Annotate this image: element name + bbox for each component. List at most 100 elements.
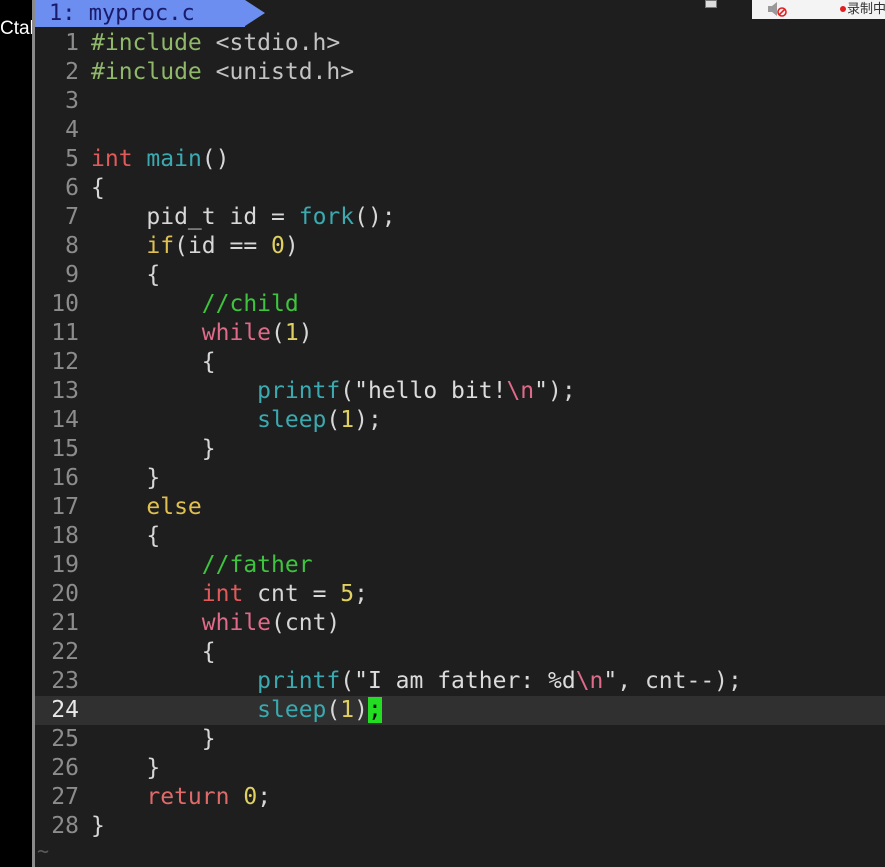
code-token: fork: [298, 204, 355, 230]
empty-line-marker: ~: [37, 839, 50, 863]
code-token: }: [91, 465, 161, 491]
code-token: <stdio.h>: [215, 30, 341, 56]
recording-status-label: 录制中: [847, 2, 885, 17]
code-line[interactable]: 10 //child: [35, 290, 885, 319]
code-line[interactable]: 28}: [35, 812, 885, 841]
code-token: ): [284, 233, 299, 259]
code-text[interactable]: sleep(1);: [91, 696, 382, 725]
code-text[interactable]: //child: [91, 290, 299, 319]
code-text[interactable]: while(1): [91, 319, 313, 348]
code-text[interactable]: //father: [91, 551, 313, 580]
code-text[interactable]: if(id == 0): [91, 232, 299, 261]
code-text[interactable]: int cnt = 5;: [91, 580, 368, 609]
code-text[interactable]: }: [91, 812, 105, 841]
code-text[interactable]: {: [91, 638, 216, 667]
code-line[interactable]: 22 {: [35, 638, 885, 667]
code-token: (: [326, 407, 341, 433]
code-token: ": [534, 378, 549, 404]
code-token: #include: [91, 30, 216, 56]
code-text[interactable]: }: [91, 435, 216, 464]
code-line[interactable]: 26 }: [35, 754, 885, 783]
code-text[interactable]: }: [91, 725, 216, 754]
code-line[interactable]: 15 }: [35, 435, 885, 464]
code-token: #include: [91, 59, 216, 85]
code-token: while: [201, 320, 272, 346]
code-line[interactable]: 13 printf("hello bit!\n");: [35, 377, 885, 406]
code-text[interactable]: {: [91, 522, 160, 551]
code-token: pid_t id =: [91, 204, 299, 230]
code-text[interactable]: {: [91, 261, 160, 290]
code-line[interactable]: 19 //father: [35, 551, 885, 580]
code-token: else: [146, 494, 202, 520]
code-line[interactable]: 4: [35, 116, 885, 145]
code-text[interactable]: printf("I am father: %d\n", cnt--);: [91, 667, 742, 696]
line-number: 12: [51, 349, 79, 375]
code-token: int: [201, 581, 244, 607]
line-number: 7: [65, 204, 79, 230]
code-line[interactable]: 1 #include <stdio.h>: [35, 29, 885, 58]
code-line[interactable]: 11 while(1): [35, 319, 885, 348]
recorder-widget[interactable]: 录制中: [752, 0, 885, 19]
line-number: 19: [51, 552, 79, 578]
code-text[interactable]: else: [91, 493, 202, 522]
code-lines[interactable]: 1 #include <stdio.h> 2 #include <unistd.h> 3…: [35, 29, 885, 841]
code-line[interactable]: 24 sleep(1);: [35, 696, 885, 725]
speaker-muted-icon[interactable]: [766, 1, 788, 17]
line-number: 6: [65, 175, 79, 201]
code-text[interactable]: #include <unistd.h>: [91, 58, 354, 87]
code-line[interactable]: 21 while(cnt): [35, 609, 885, 638]
code-line[interactable]: 16 }: [35, 464, 885, 493]
line-number: 20: [51, 581, 79, 607]
code-line[interactable]: 27 return 0;: [35, 783, 885, 812]
code-text[interactable]: sleep(1);: [91, 406, 382, 435]
code-text[interactable]: printf("hello bit!\n");: [91, 377, 576, 406]
code-text[interactable]: int main(): [91, 145, 230, 174]
code-line[interactable]: 25 }: [35, 725, 885, 754]
code-line[interactable]: 12 {: [35, 348, 885, 377]
code-token: <unistd.h>: [215, 59, 355, 85]
code-text[interactable]: {: [91, 174, 105, 203]
code-line[interactable]: 14 sleep(1);: [35, 406, 885, 435]
code-line[interactable]: 3: [35, 87, 885, 116]
code-token: ;: [257, 784, 272, 810]
code-token: );: [548, 378, 576, 404]
code-token: 1: [284, 320, 299, 346]
code-text[interactable]: #include <stdio.h>: [91, 29, 340, 58]
code-text[interactable]: }: [91, 754, 160, 783]
code-line[interactable]: 18 {: [35, 522, 885, 551]
code-line[interactable]: 7 pid_t id = fork();: [35, 203, 885, 232]
code-text[interactable]: {: [91, 348, 216, 377]
code-text[interactable]: while(cnt): [91, 609, 341, 638]
code-line[interactable]: 6{: [35, 174, 885, 203]
code-token: main: [146, 146, 202, 172]
code-text[interactable]: return 0;: [91, 783, 271, 812]
code-line[interactable]: 17 else: [35, 493, 885, 522]
code-token: 5: [340, 581, 355, 607]
code-line[interactable]: 2 #include <unistd.h>: [35, 58, 885, 87]
code-text[interactable]: pid_t id = fork();: [91, 203, 395, 232]
tab-active-file[interactable]: 1: myproc.c: [35, 0, 245, 27]
code-line[interactable]: 5 int main(): [35, 145, 885, 174]
code-line[interactable]: 20 int cnt = 5;: [35, 580, 885, 609]
code-text[interactable]: }: [91, 464, 160, 493]
code-token: while: [201, 610, 272, 636]
code-line[interactable]: 8 if(id == 0): [35, 232, 885, 261]
line-number: 9: [65, 262, 79, 288]
code-line[interactable]: 23 printf("I am father: %d\n", cnt--);: [35, 667, 885, 696]
code-line[interactable]: 9 {: [35, 261, 885, 290]
line-number: 3: [65, 88, 79, 114]
code-token: {: [91, 175, 105, 201]
line-number: 4: [65, 117, 79, 143]
code-editor[interactable]: 1: myproc.c 1 #include <stdio.h> 2 #include…: [35, 0, 885, 867]
line-number: 25: [51, 726, 79, 752]
line-number: 1: [65, 30, 79, 56]
line-number: 8: [65, 233, 79, 259]
